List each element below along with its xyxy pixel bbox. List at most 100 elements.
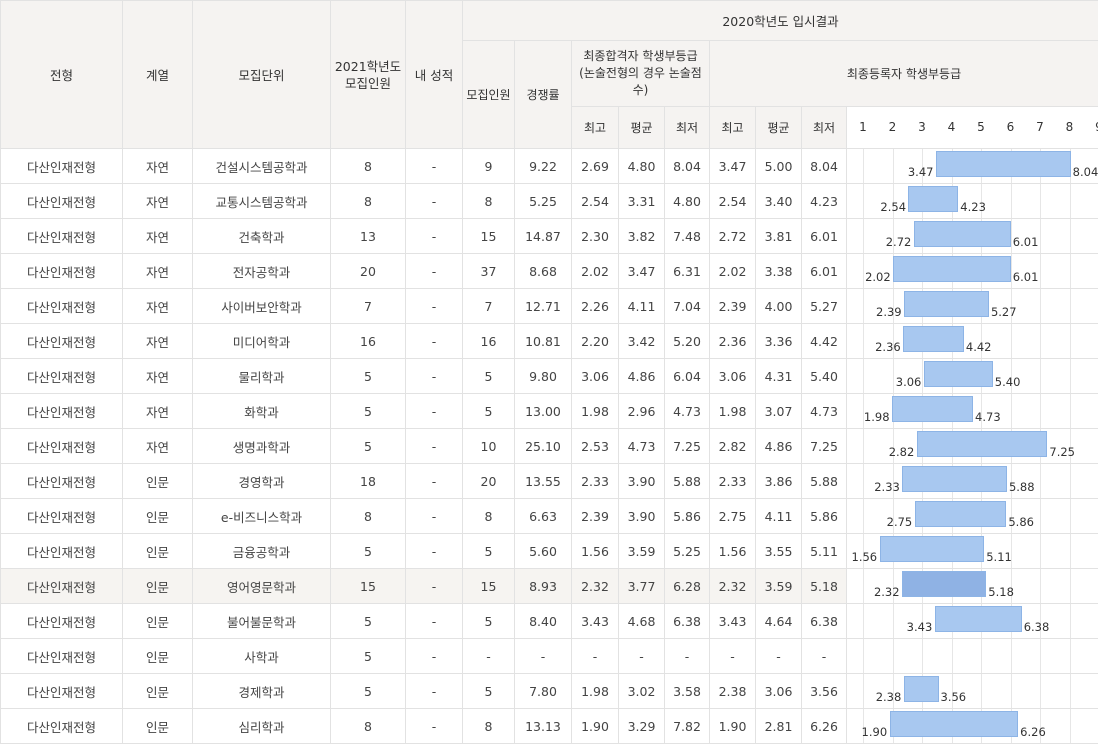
grade-range-min-label: 3.47 — [908, 165, 934, 179]
grade-range-bar — [893, 256, 1011, 282]
header-track: 계열 — [123, 1, 193, 149]
grade-range-max-label: 5.11 — [986, 550, 1012, 564]
grade-range-bar — [908, 186, 958, 212]
cell-quota: 5 — [463, 394, 515, 429]
grade-range-max-label: 6.38 — [1024, 620, 1050, 634]
grade-range-min-label: 2.33 — [874, 480, 900, 494]
header-reg-avg: 평균 — [756, 107, 802, 149]
cell-unit: 심리학과 — [193, 709, 331, 744]
cell-pass-avg: 3.90 — [619, 499, 665, 534]
cell-pass-avg: 3.47 — [619, 254, 665, 289]
cell-track: 인문 — [123, 534, 193, 569]
cell-my-grade: - — [406, 534, 463, 569]
cell-reg-max: 2.02 — [710, 254, 756, 289]
cell-pass-avg: 3.31 — [619, 184, 665, 219]
cell-reg-max: - — [710, 639, 756, 674]
cell-reg-avg: 3.38 — [756, 254, 802, 289]
cell-reg-avg: 4.11 — [756, 499, 802, 534]
cell-ratio: 13.13 — [515, 709, 572, 744]
grade-range-chart: 1.984.73 — [847, 394, 1098, 429]
cell-pass-avg: 3.59 — [619, 534, 665, 569]
header-pass-max: 최고 — [572, 107, 619, 149]
grade-range-min-label: 3.43 — [907, 620, 933, 634]
cell-reg-max: 1.90 — [710, 709, 756, 744]
grade-range-max-label: 4.42 — [966, 340, 992, 354]
cell-reg-min: - — [802, 639, 847, 674]
grade-range-min-label: 2.02 — [865, 270, 891, 284]
cell-quota: 37 — [463, 254, 515, 289]
cell-track: 자연 — [123, 149, 193, 184]
grade-range-min-label: 2.75 — [887, 515, 913, 529]
cell-pass-avg: 3.82 — [619, 219, 665, 254]
grade-range-min-label: 1.90 — [862, 725, 888, 739]
table-row: 다산인재전형인문심리학과8-813.131.903.297.821.902.81… — [1, 709, 1098, 744]
cell-reg-max: 2.82 — [710, 429, 756, 464]
scale-tick: 5 — [977, 120, 985, 134]
cell-ratio: 13.00 — [515, 394, 572, 429]
grade-range-bar — [904, 291, 989, 317]
cell-pass-min: 3.58 — [665, 674, 710, 709]
cell-quota: 15 — [463, 569, 515, 604]
cell-ratio: 13.55 — [515, 464, 572, 499]
cell-quota: 5 — [463, 534, 515, 569]
cell-type: 다산인재전형 — [1, 184, 123, 219]
grade-range-max-label: 5.18 — [988, 585, 1014, 599]
cell-reg-min: 6.01 — [802, 219, 847, 254]
cell-2021-quota: 8 — [331, 149, 406, 184]
cell-pass-avg: - — [619, 639, 665, 674]
cell-quota: 5 — [463, 674, 515, 709]
cell-pass-avg: 3.29 — [619, 709, 665, 744]
cell-pass-max: 1.98 — [572, 674, 619, 709]
table-row: 다산인재전형인문금융공학과5-55.601.563.595.251.563.55… — [1, 534, 1098, 569]
cell-type: 다산인재전형 — [1, 289, 123, 324]
grade-range-chart: 2.544.23 — [847, 184, 1098, 219]
cell-quota: 8 — [463, 184, 515, 219]
cell-pass-avg: 3.90 — [619, 464, 665, 499]
scale-tick: 1 — [859, 120, 867, 134]
cell-pass-avg: 3.02 — [619, 674, 665, 709]
cell-pass-min: 5.88 — [665, 464, 710, 499]
cell-reg-max: 2.32 — [710, 569, 756, 604]
cell-pass-min: 5.86 — [665, 499, 710, 534]
cell-unit: 불어불문학과 — [193, 604, 331, 639]
cell-pass-max: 2.53 — [572, 429, 619, 464]
table-row: 다산인재전형자연생명과학과5-1025.102.534.737.252.824.… — [1, 429, 1098, 464]
cell-my-grade: - — [406, 359, 463, 394]
cell-reg-min: 5.27 — [802, 289, 847, 324]
cell-type: 다산인재전형 — [1, 429, 123, 464]
cell-quota: 8 — [463, 499, 515, 534]
table-row: 다산인재전형자연물리학과5-59.803.064.866.043.064.315… — [1, 359, 1098, 394]
cell-unit: 미디어학과 — [193, 324, 331, 359]
grade-range-chart: 1.565.11 — [847, 534, 1098, 569]
cell-ratio: 25.10 — [515, 429, 572, 464]
cell-pass-max: 1.56 — [572, 534, 619, 569]
cell-pass-avg: 4.80 — [619, 149, 665, 184]
cell-pass-max: 2.69 — [572, 149, 619, 184]
cell-pass-max: 2.20 — [572, 324, 619, 359]
grade-range-chart: 2.364.42 — [847, 324, 1098, 359]
cell-pass-min: 7.25 — [665, 429, 710, 464]
grade-range-max-label: 5.86 — [1008, 515, 1034, 529]
cell-pass-min: 4.80 — [665, 184, 710, 219]
cell-track: 인문 — [123, 499, 193, 534]
table-row: 다산인재전형자연사이버보안학과7-712.712.264.117.042.394… — [1, 289, 1098, 324]
header-reg-min: 최저 — [802, 107, 847, 149]
grade-range-chart: 2.75 5.86 — [847, 499, 1098, 534]
cell-pass-avg: 4.73 — [619, 429, 665, 464]
cell-reg-avg: 5.00 — [756, 149, 802, 184]
cell-2021-quota: 8 — [331, 709, 406, 744]
cell-ratio: 5.60 — [515, 534, 572, 569]
cell-quota: 20 — [463, 464, 515, 499]
grade-range-min-label: 2.39 — [876, 305, 902, 319]
cell-2021-quota: 5 — [331, 429, 406, 464]
cell-unit: 전자공학과 — [193, 254, 331, 289]
table-row: 다산인재전형자연미디어학과16-1610.812.203.425.202.363… — [1, 324, 1098, 359]
cell-type: 다산인재전형 — [1, 359, 123, 394]
grade-range-max-label: 5.88 — [1009, 480, 1035, 494]
cell-type: 다산인재전형 — [1, 674, 123, 709]
cell-reg-max: 2.72 — [710, 219, 756, 254]
cell-pass-min: 6.38 — [665, 604, 710, 639]
cell-my-grade: - — [406, 324, 463, 359]
cell-quota: 16 — [463, 324, 515, 359]
cell-type: 다산인재전형 — [1, 464, 123, 499]
